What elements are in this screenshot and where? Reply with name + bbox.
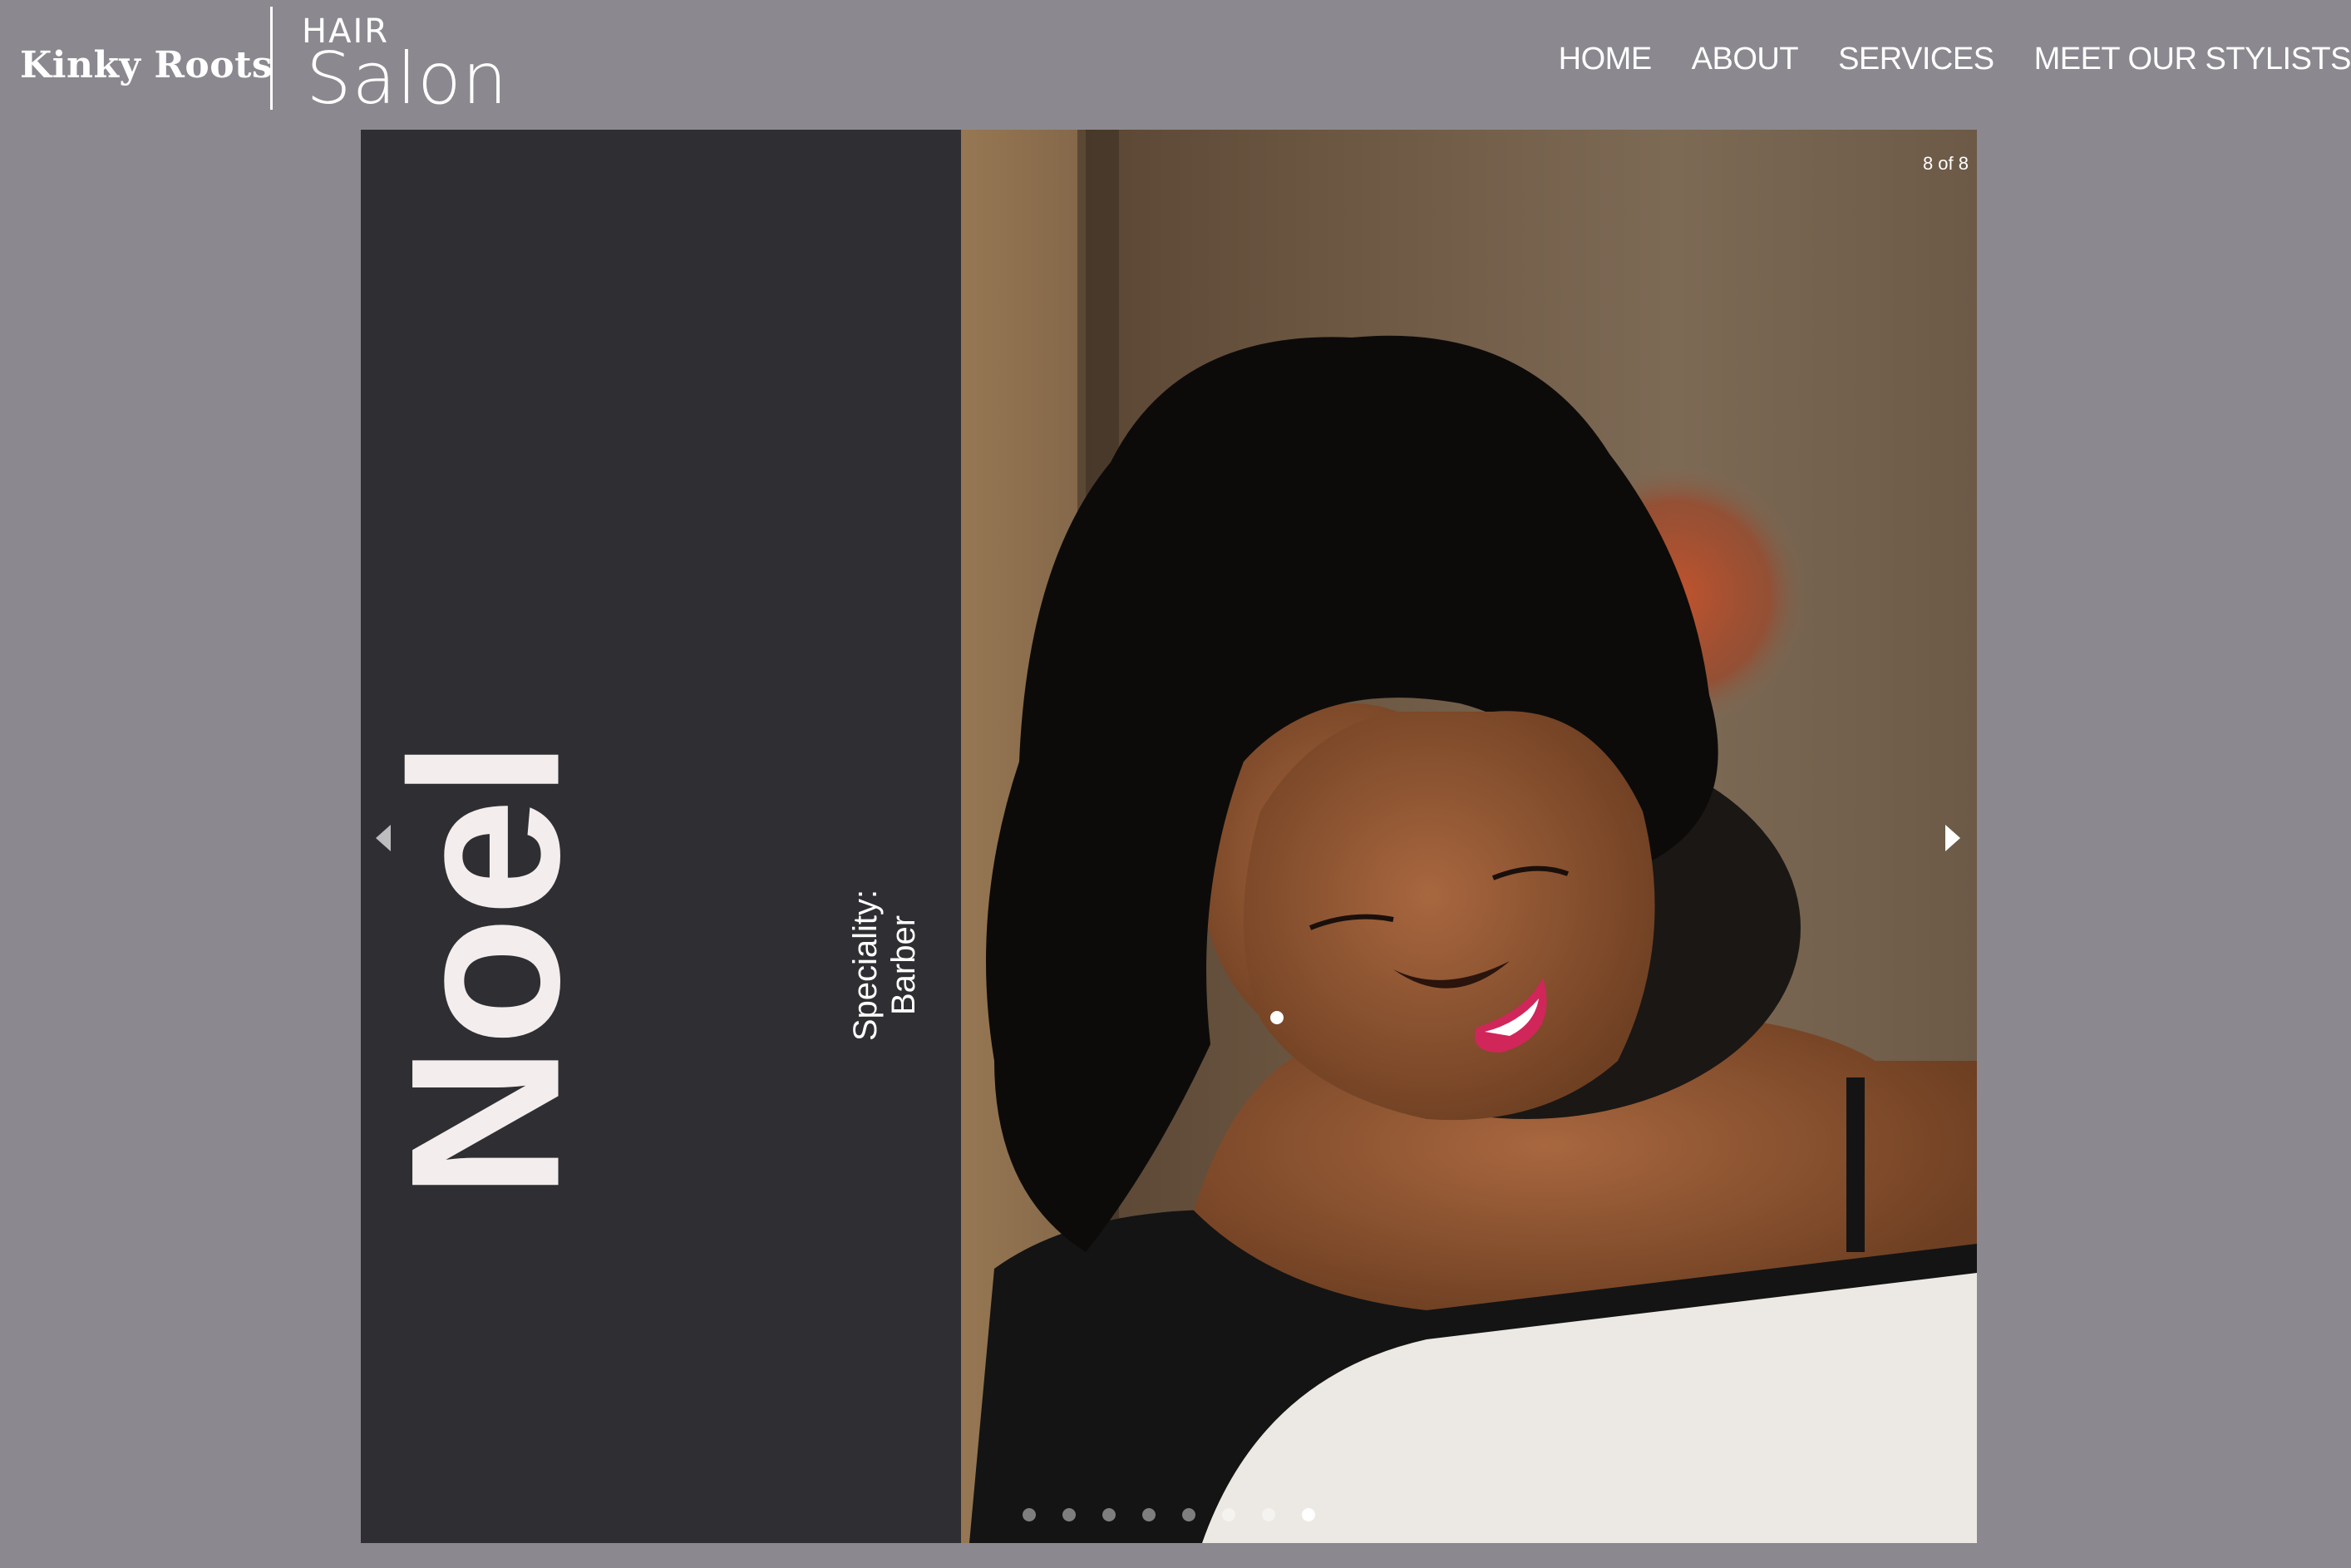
slide-dot-4[interactable] [1142, 1508, 1156, 1521]
nav-home[interactable]: HOME [1559, 42, 1653, 77]
slide-dot-5[interactable] [1182, 1508, 1195, 1521]
stylist-slider: Noel Speciality: Barber 8 of 8 [361, 130, 1977, 1543]
logo[interactable]: Kinky Roots [20, 0, 273, 125]
slide-dot-6[interactable] [1222, 1508, 1235, 1521]
stylist-photo: 8 of 8 [961, 130, 1977, 1543]
slide-dot-8[interactable] [1302, 1508, 1315, 1521]
slide-dots [1023, 1508, 1342, 1521]
chevron-left-icon [376, 825, 391, 851]
nav-about[interactable]: ABOUT [1692, 42, 1799, 77]
slide-dot-7[interactable] [1262, 1508, 1275, 1521]
logo-brand-text: Kinky Roots [20, 43, 274, 86]
stylist-info-panel: Noel Speciality: Barber [361, 130, 961, 1543]
slide-counter: 8 of 8 [1922, 153, 1969, 174]
slide-dot-2[interactable] [1062, 1508, 1076, 1521]
chevron-right-icon [1945, 825, 1960, 851]
page: Kinky Roots HAIR Salon HOME ABOUT SERVIC… [0, 0, 2351, 1568]
speciality-label: Speciality: [847, 889, 884, 1042]
slide-dot-3[interactable] [1102, 1508, 1116, 1521]
slide-dot-1[interactable] [1023, 1508, 1036, 1521]
prev-slide-button[interactable] [376, 825, 391, 855]
stylist-photo-image [961, 130, 1977, 1543]
stylist-name-text: Noel [367, 739, 604, 1200]
nav-services[interactable]: SERVICES [1838, 42, 1994, 77]
nav-meet-our-stylists[interactable]: MEET OUR STYLISTS [2034, 42, 2351, 77]
main-nav: HOME ABOUT SERVICES MEET OUR STYLISTS [1519, 42, 2351, 77]
logo-salon-text: Salon [306, 37, 509, 121]
logo-divider [270, 7, 273, 110]
speciality-value: Barber [885, 915, 922, 1016]
next-slide-button[interactable] [1945, 825, 1960, 855]
